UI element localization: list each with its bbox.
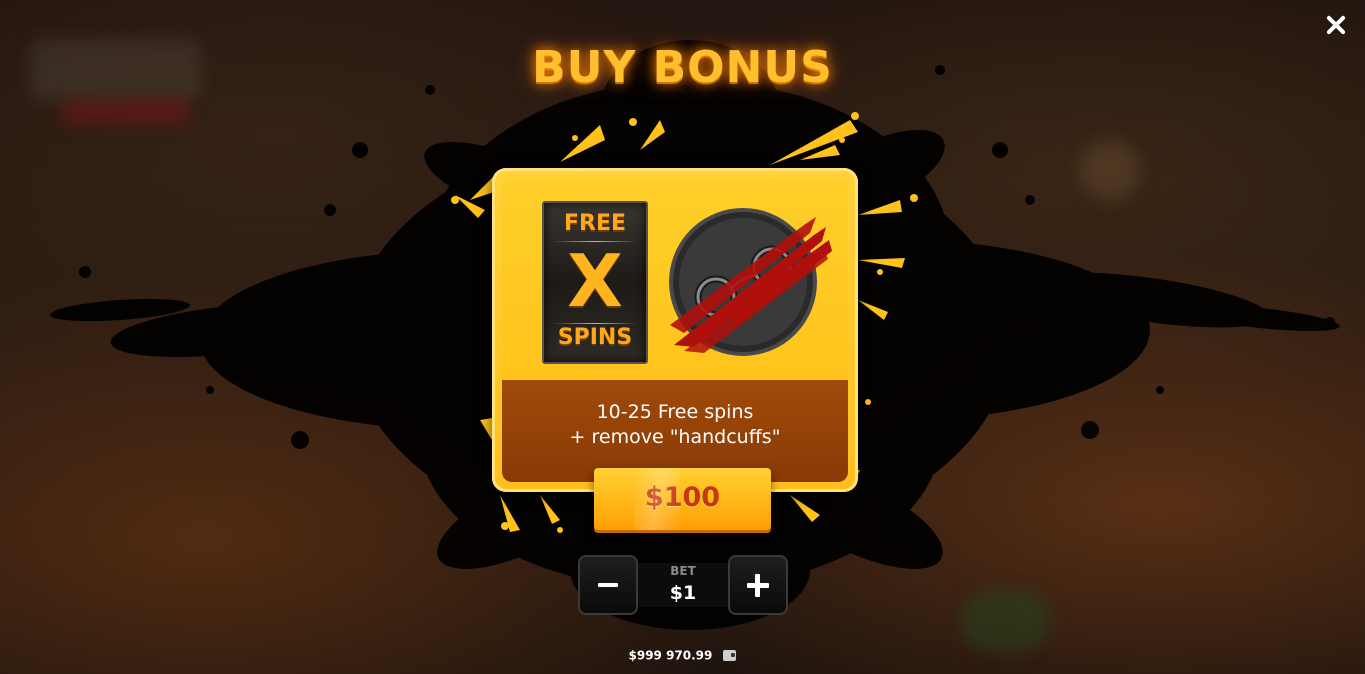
- bet-value: $1: [669, 582, 697, 604]
- dialog-title: BUY BONUS: [532, 42, 833, 93]
- free-spins-symbol-middle-word: X: [567, 239, 623, 323]
- handcuffs-icon: [669, 208, 832, 356]
- free-spins-symbol: FREE X SPINS: [542, 201, 648, 364]
- free-spins-symbol-bottom-word: SPINS: [557, 325, 633, 350]
- bet-label: BET: [670, 564, 696, 578]
- close-button[interactable]: [1321, 10, 1351, 40]
- bonus-description-line2: + remove "handcuffs": [569, 426, 781, 448]
- free-spins-symbol-top-word: FREE: [563, 211, 627, 236]
- bet-control: BET $1: [578, 555, 788, 615]
- bet-decrease-button[interactable]: [578, 555, 638, 615]
- bonus-description: 10-25 Free spins + remove "handcuffs": [502, 400, 848, 450]
- wallet-icon: [723, 650, 737, 661]
- symbol-divider: [552, 323, 638, 324]
- buy-bonus-price-button[interactable]: $100: [594, 468, 771, 530]
- balance-amount: $999 970.99: [628, 648, 713, 663]
- bonus-description-line1: 10-25 Free spins: [596, 401, 754, 423]
- balance-display: $999 970.99: [0, 645, 1365, 664]
- minus-icon: [598, 583, 618, 587]
- buy-bonus-price: $100: [644, 482, 721, 513]
- bonus-card-description-panel: 10-25 Free spins + remove "handcuffs": [502, 380, 848, 482]
- bet-increase-button[interactable]: [728, 555, 788, 615]
